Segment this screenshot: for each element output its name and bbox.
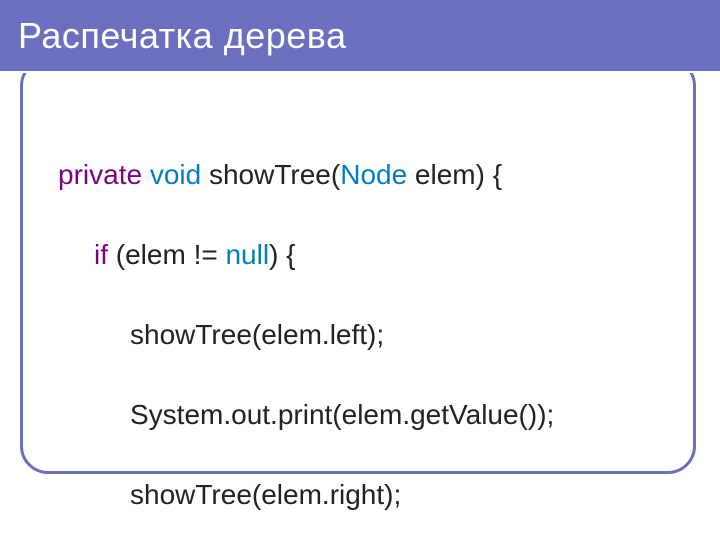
code-line-1: private void showTree(Node elem) { (58, 155, 554, 195)
type-void: void (150, 159, 201, 190)
title-underline (0, 71, 720, 73)
literal-null: null (225, 239, 269, 270)
code-line-2: if (elem != null) { (58, 235, 554, 275)
keyword-if: if (94, 239, 108, 270)
code-line-3: showTree(elem.left); (58, 315, 554, 355)
code-line-4: System.out.print(elem.getValue()); (58, 395, 554, 435)
type-node: Node (340, 159, 407, 190)
keyword-private: private (58, 159, 142, 190)
slide-title-bar: Распечатка дерева (0, 0, 720, 72)
slide: Распечатка дерева private void showTree(… (0, 0, 720, 540)
code-line-5: showTree(elem.right); (58, 475, 554, 515)
slide-title: Распечатка дерева (18, 15, 347, 57)
code-block: private void showTree(Node elem) { if (e… (58, 115, 554, 540)
